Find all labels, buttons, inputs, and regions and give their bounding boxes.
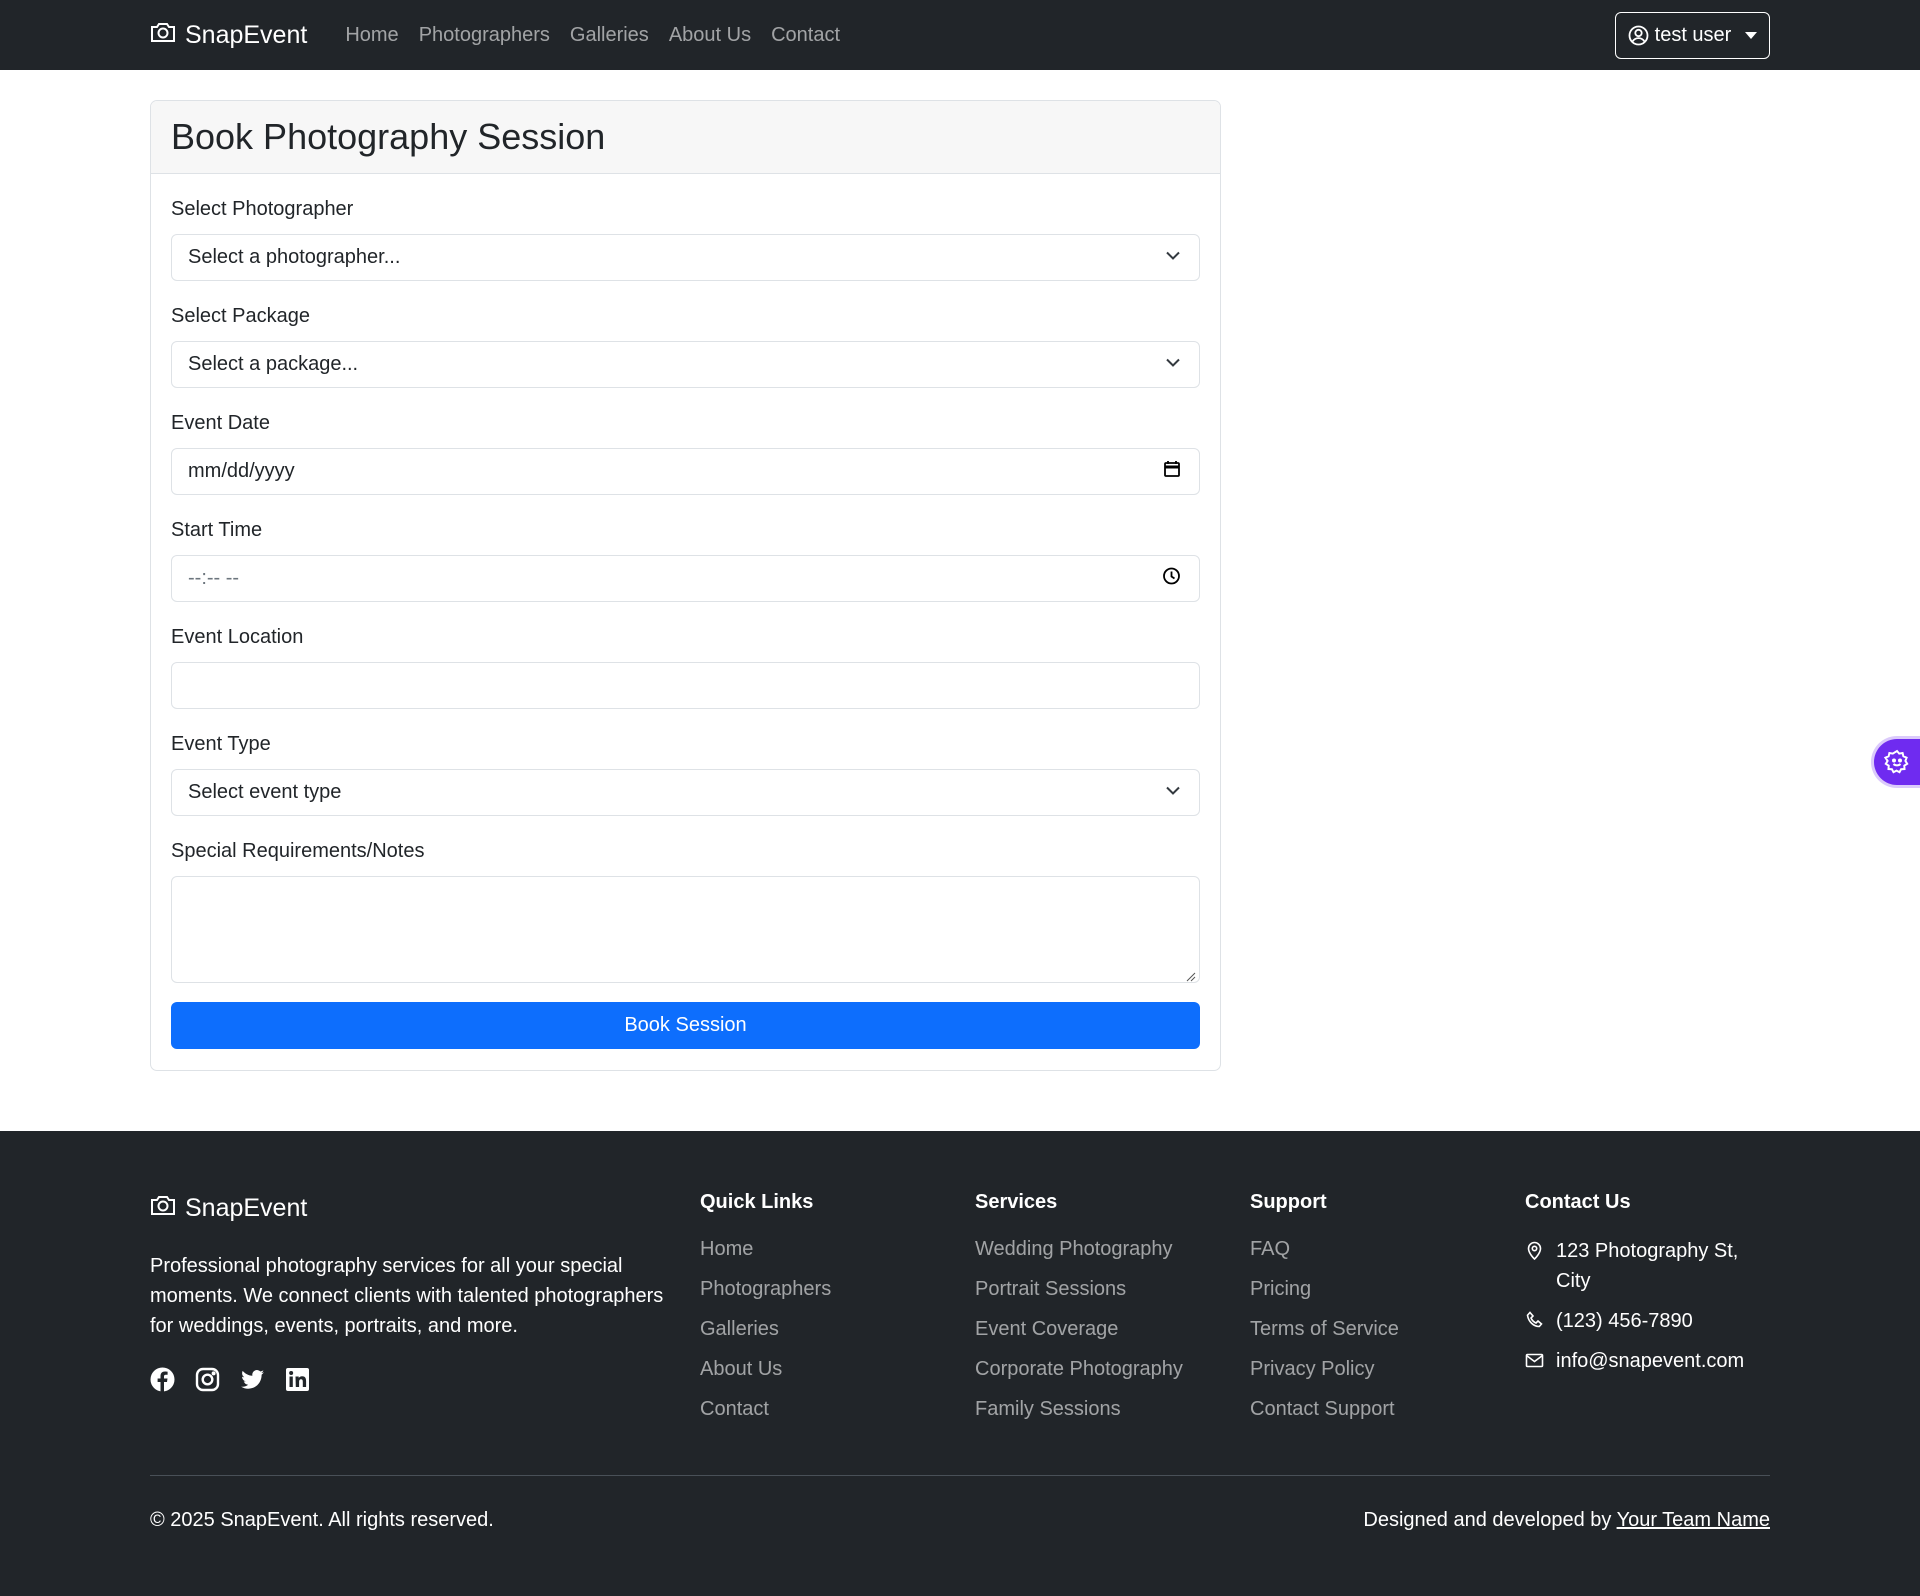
event-type-value: Select event type xyxy=(188,781,342,803)
chevron-down-icon xyxy=(1165,781,1181,804)
footer-link-wedding[interactable]: Wedding Photography xyxy=(975,1236,1183,1276)
event-date-input[interactable]: mm/dd/yyyy xyxy=(171,448,1200,495)
event-type-select[interactable]: Select event type xyxy=(171,769,1200,816)
credits-link[interactable]: Your Team Name xyxy=(1617,1509,1770,1531)
navbar-brand-text: SnapEvent xyxy=(185,20,308,49)
contact-address-text: 123 Photography St, City xyxy=(1556,1240,1739,1292)
footer-divider xyxy=(150,1475,1770,1476)
quick-links-heading: Quick Links xyxy=(700,1191,814,1213)
footer-brand: SnapEvent xyxy=(150,1194,307,1223)
notes-textarea[interactable] xyxy=(171,876,1200,983)
navbar-container: SnapEvent Home Photographers Galleries A… xyxy=(150,0,1770,70)
floating-settings-widget[interactable] xyxy=(1874,739,1920,785)
photographer-label: Select Photographer xyxy=(171,198,354,220)
twitter-icon[interactable] xyxy=(240,1367,265,1392)
resize-handle-icon[interactable] xyxy=(1186,969,1196,982)
footer-link-portrait[interactable]: Portrait Sessions xyxy=(975,1276,1183,1316)
nav-link-home[interactable]: Home xyxy=(335,24,408,47)
chevron-down-icon xyxy=(1165,353,1181,376)
footer-link-home[interactable]: Home xyxy=(700,1236,831,1276)
footer-link-terms[interactable]: Terms of Service xyxy=(1250,1316,1399,1356)
chevron-down-icon xyxy=(1165,246,1181,269)
book-session-button[interactable]: Book Session xyxy=(171,1002,1200,1049)
footer-link-event-coverage[interactable]: Event Coverage xyxy=(975,1316,1183,1356)
contact-phone-text: (123) 456-7890 xyxy=(1556,1310,1693,1332)
user-name: test user xyxy=(1654,24,1732,46)
package-select-value: Select a package... xyxy=(188,353,359,375)
start-time-label: Start Time xyxy=(171,519,263,541)
footer-link-faq[interactable]: FAQ xyxy=(1250,1236,1399,1276)
clock-icon[interactable] xyxy=(1162,566,1181,591)
envelope-icon xyxy=(1525,1346,1544,1370)
user-menu-button[interactable]: test user xyxy=(1615,12,1770,59)
nav-link-contact[interactable]: Contact xyxy=(761,24,850,47)
linkedin-icon[interactable] xyxy=(285,1367,310,1392)
card-header: Book Photography Session xyxy=(151,101,1220,174)
caret-down-icon xyxy=(1745,32,1758,39)
footer-link-galleries[interactable]: Galleries xyxy=(700,1316,831,1356)
phone-icon xyxy=(1525,1306,1544,1330)
location-pin-icon xyxy=(1525,1236,1544,1260)
notes-label: Special Requirements/Notes xyxy=(171,840,425,862)
facebook-icon[interactable] xyxy=(150,1367,175,1392)
footer-link-about[interactable]: About Us xyxy=(700,1356,831,1396)
footer-link-privacy[interactable]: Privacy Policy xyxy=(1250,1356,1399,1396)
contact-heading: Contact Us xyxy=(1525,1191,1631,1213)
photographer-select-value: Select a photographer... xyxy=(188,246,401,268)
event-location-label: Event Location xyxy=(171,626,304,648)
footer-link-photographers[interactable]: Photographers xyxy=(700,1276,831,1316)
contact-address: 123 Photography St, City xyxy=(1525,1236,1765,1296)
site-footer: SnapEvent Professional photography servi… xyxy=(0,1131,1920,1596)
event-date-value: mm/dd/yyyy xyxy=(188,460,295,482)
top-navbar: SnapEvent Home Photographers Galleries A… xyxy=(0,0,1920,70)
package-select[interactable]: Select a package... xyxy=(171,341,1200,388)
footer-support: Support FAQ Pricing Terms of Service Pri… xyxy=(1250,1191,1399,1436)
footer-link-corporate[interactable]: Corporate Photography xyxy=(975,1356,1183,1396)
event-location-input[interactable] xyxy=(171,662,1200,709)
contact-phone: (123) 456-7890 xyxy=(1525,1306,1765,1336)
package-label: Select Package xyxy=(171,305,310,327)
credits-prefix: Designed and developed by xyxy=(1363,1509,1612,1531)
nav-link-photographers[interactable]: Photographers xyxy=(409,24,560,47)
support-heading: Support xyxy=(1250,1191,1327,1213)
footer-brand-text: SnapEvent xyxy=(185,1194,308,1222)
start-time-value: --:-- -- xyxy=(188,567,240,589)
nav-link-galleries[interactable]: Galleries xyxy=(560,24,659,47)
nav-link-about[interactable]: About Us xyxy=(659,24,761,47)
user-circle-icon xyxy=(1628,25,1649,46)
footer-services: Services Wedding Photography Portrait Se… xyxy=(975,1191,1183,1436)
event-type-label: Event Type xyxy=(171,733,271,755)
calendar-icon[interactable] xyxy=(1163,460,1181,484)
footer-link-contact[interactable]: Contact xyxy=(700,1396,831,1436)
camera-icon xyxy=(150,21,176,50)
credits: Designed and developed by Your Team Name xyxy=(1363,1509,1770,1532)
event-date-label: Event Date xyxy=(171,412,270,434)
footer-link-family[interactable]: Family Sessions xyxy=(975,1396,1183,1436)
social-links xyxy=(150,1367,310,1392)
page-title: Book Photography Session xyxy=(171,116,606,157)
services-heading: Services xyxy=(975,1191,1058,1213)
photographer-select[interactable]: Select a photographer... xyxy=(171,234,1200,281)
settings-widget-icon xyxy=(1883,748,1911,776)
nav-links: Home Photographers Galleries About Us Co… xyxy=(335,24,850,47)
footer-contact: Contact Us 123 Photography St, City (123… xyxy=(1525,1191,1765,1386)
contact-email: info@snapevent.com xyxy=(1525,1346,1765,1376)
footer-link-pricing[interactable]: Pricing xyxy=(1250,1276,1399,1316)
instagram-icon[interactable] xyxy=(195,1367,220,1392)
booking-card: Book Photography Session Select Photogra… xyxy=(150,100,1221,1071)
contact-email-text[interactable]: info@snapevent.com xyxy=(1556,1346,1744,1376)
navbar-brand[interactable]: SnapEvent xyxy=(150,21,307,50)
footer-link-contact-support[interactable]: Contact Support xyxy=(1250,1396,1399,1436)
camera-icon xyxy=(150,1194,176,1223)
copyright-text: © 2025 SnapEvent. All rights reserved. xyxy=(150,1509,494,1531)
start-time-input[interactable]: --:-- -- xyxy=(171,555,1200,602)
footer-about-text: Professional photography services for al… xyxy=(150,1255,664,1337)
footer-quick-links: Quick Links Home Photographers Galleries… xyxy=(700,1191,831,1436)
